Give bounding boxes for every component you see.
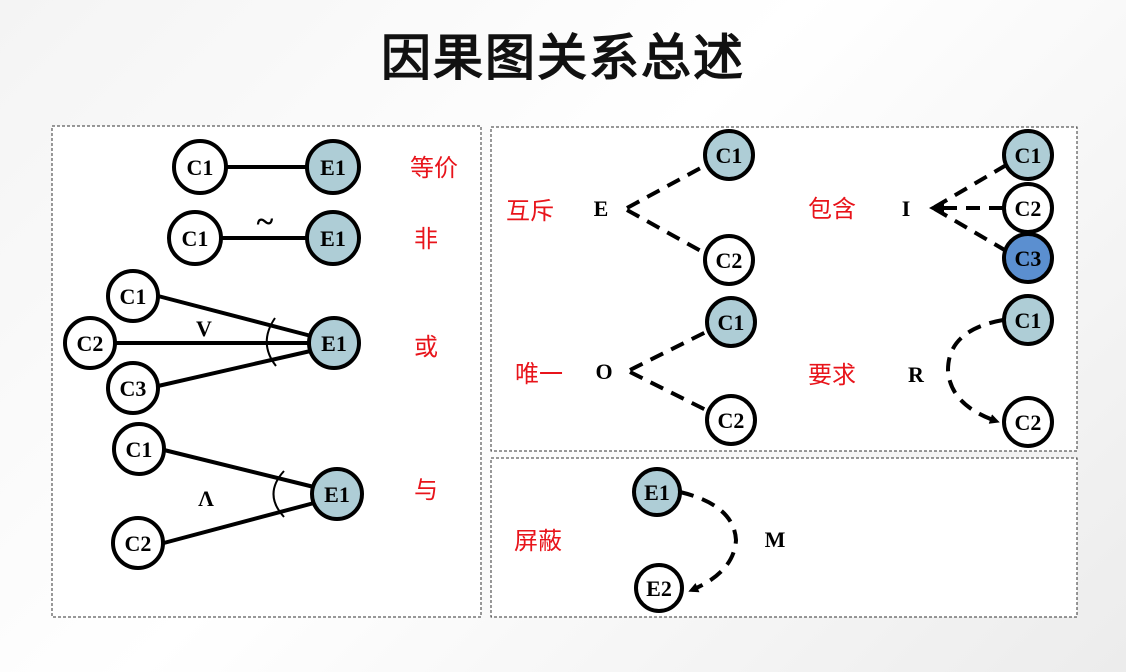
not-cause-label: C1	[182, 226, 209, 251]
one-only-relation-label: 唯一	[515, 360, 563, 388]
or-cause-label-3: C3	[120, 376, 147, 401]
masks-relation-label: 屏蔽	[514, 527, 562, 555]
not-relation-label: 非	[414, 225, 438, 253]
and-cause-label-2: C2	[125, 531, 152, 556]
requires-node-label-2: C2	[1015, 410, 1042, 435]
or-cause-label-1: C1	[120, 284, 147, 309]
requires-op: R	[908, 362, 925, 387]
and-cause-label-1: C1	[126, 437, 153, 462]
one-only-node-label-1: C1	[718, 310, 745, 335]
inclusive-node-label-3: C3	[1015, 246, 1042, 271]
requires-node-label-1: C1	[1015, 308, 1042, 333]
inclusive-node-label-2: C2	[1015, 196, 1042, 221]
and-symbol: Λ	[198, 486, 214, 511]
one-only-op: O	[595, 359, 612, 384]
or-symbol: V	[196, 316, 212, 341]
exclusive-relation-label: 互斥	[506, 197, 554, 225]
not-effect-label: E1	[320, 226, 346, 251]
masks-node-label-1: E1	[644, 480, 670, 505]
equivalence-effect-label: E1	[320, 155, 346, 180]
or-relation-label: 或	[414, 333, 438, 361]
and-effect-label: E1	[324, 482, 350, 507]
cause-effect-diagram: C1 E1 等价 C1 E1 ~ 非 C1 C2 C3 E1 V 或 C1 C2…	[51, 125, 1078, 618]
equivalence-relation-label: 等价	[410, 154, 458, 182]
masks-op: M	[765, 527, 786, 552]
not-symbol: ~	[257, 203, 274, 239]
panel-constraints	[490, 126, 1078, 452]
inclusive-node-label-1: C1	[1015, 143, 1042, 168]
equivalence-cause-label: C1	[187, 155, 214, 180]
and-relation-label: 与	[414, 476, 438, 504]
one-only-node-label-2: C2	[718, 408, 745, 433]
requires-relation-label: 要求	[808, 361, 856, 389]
exclusive-op: E	[594, 196, 609, 221]
exclusive-node-label-1: C1	[716, 143, 743, 168]
or-cause-label-2: C2	[77, 331, 104, 356]
inclusive-relation-label: 包含	[808, 195, 856, 223]
inclusive-op: I	[902, 196, 911, 221]
or-effect-label: E1	[321, 331, 347, 356]
masks-node-label-2: E2	[646, 576, 672, 601]
exclusive-node-label-2: C2	[716, 248, 743, 273]
